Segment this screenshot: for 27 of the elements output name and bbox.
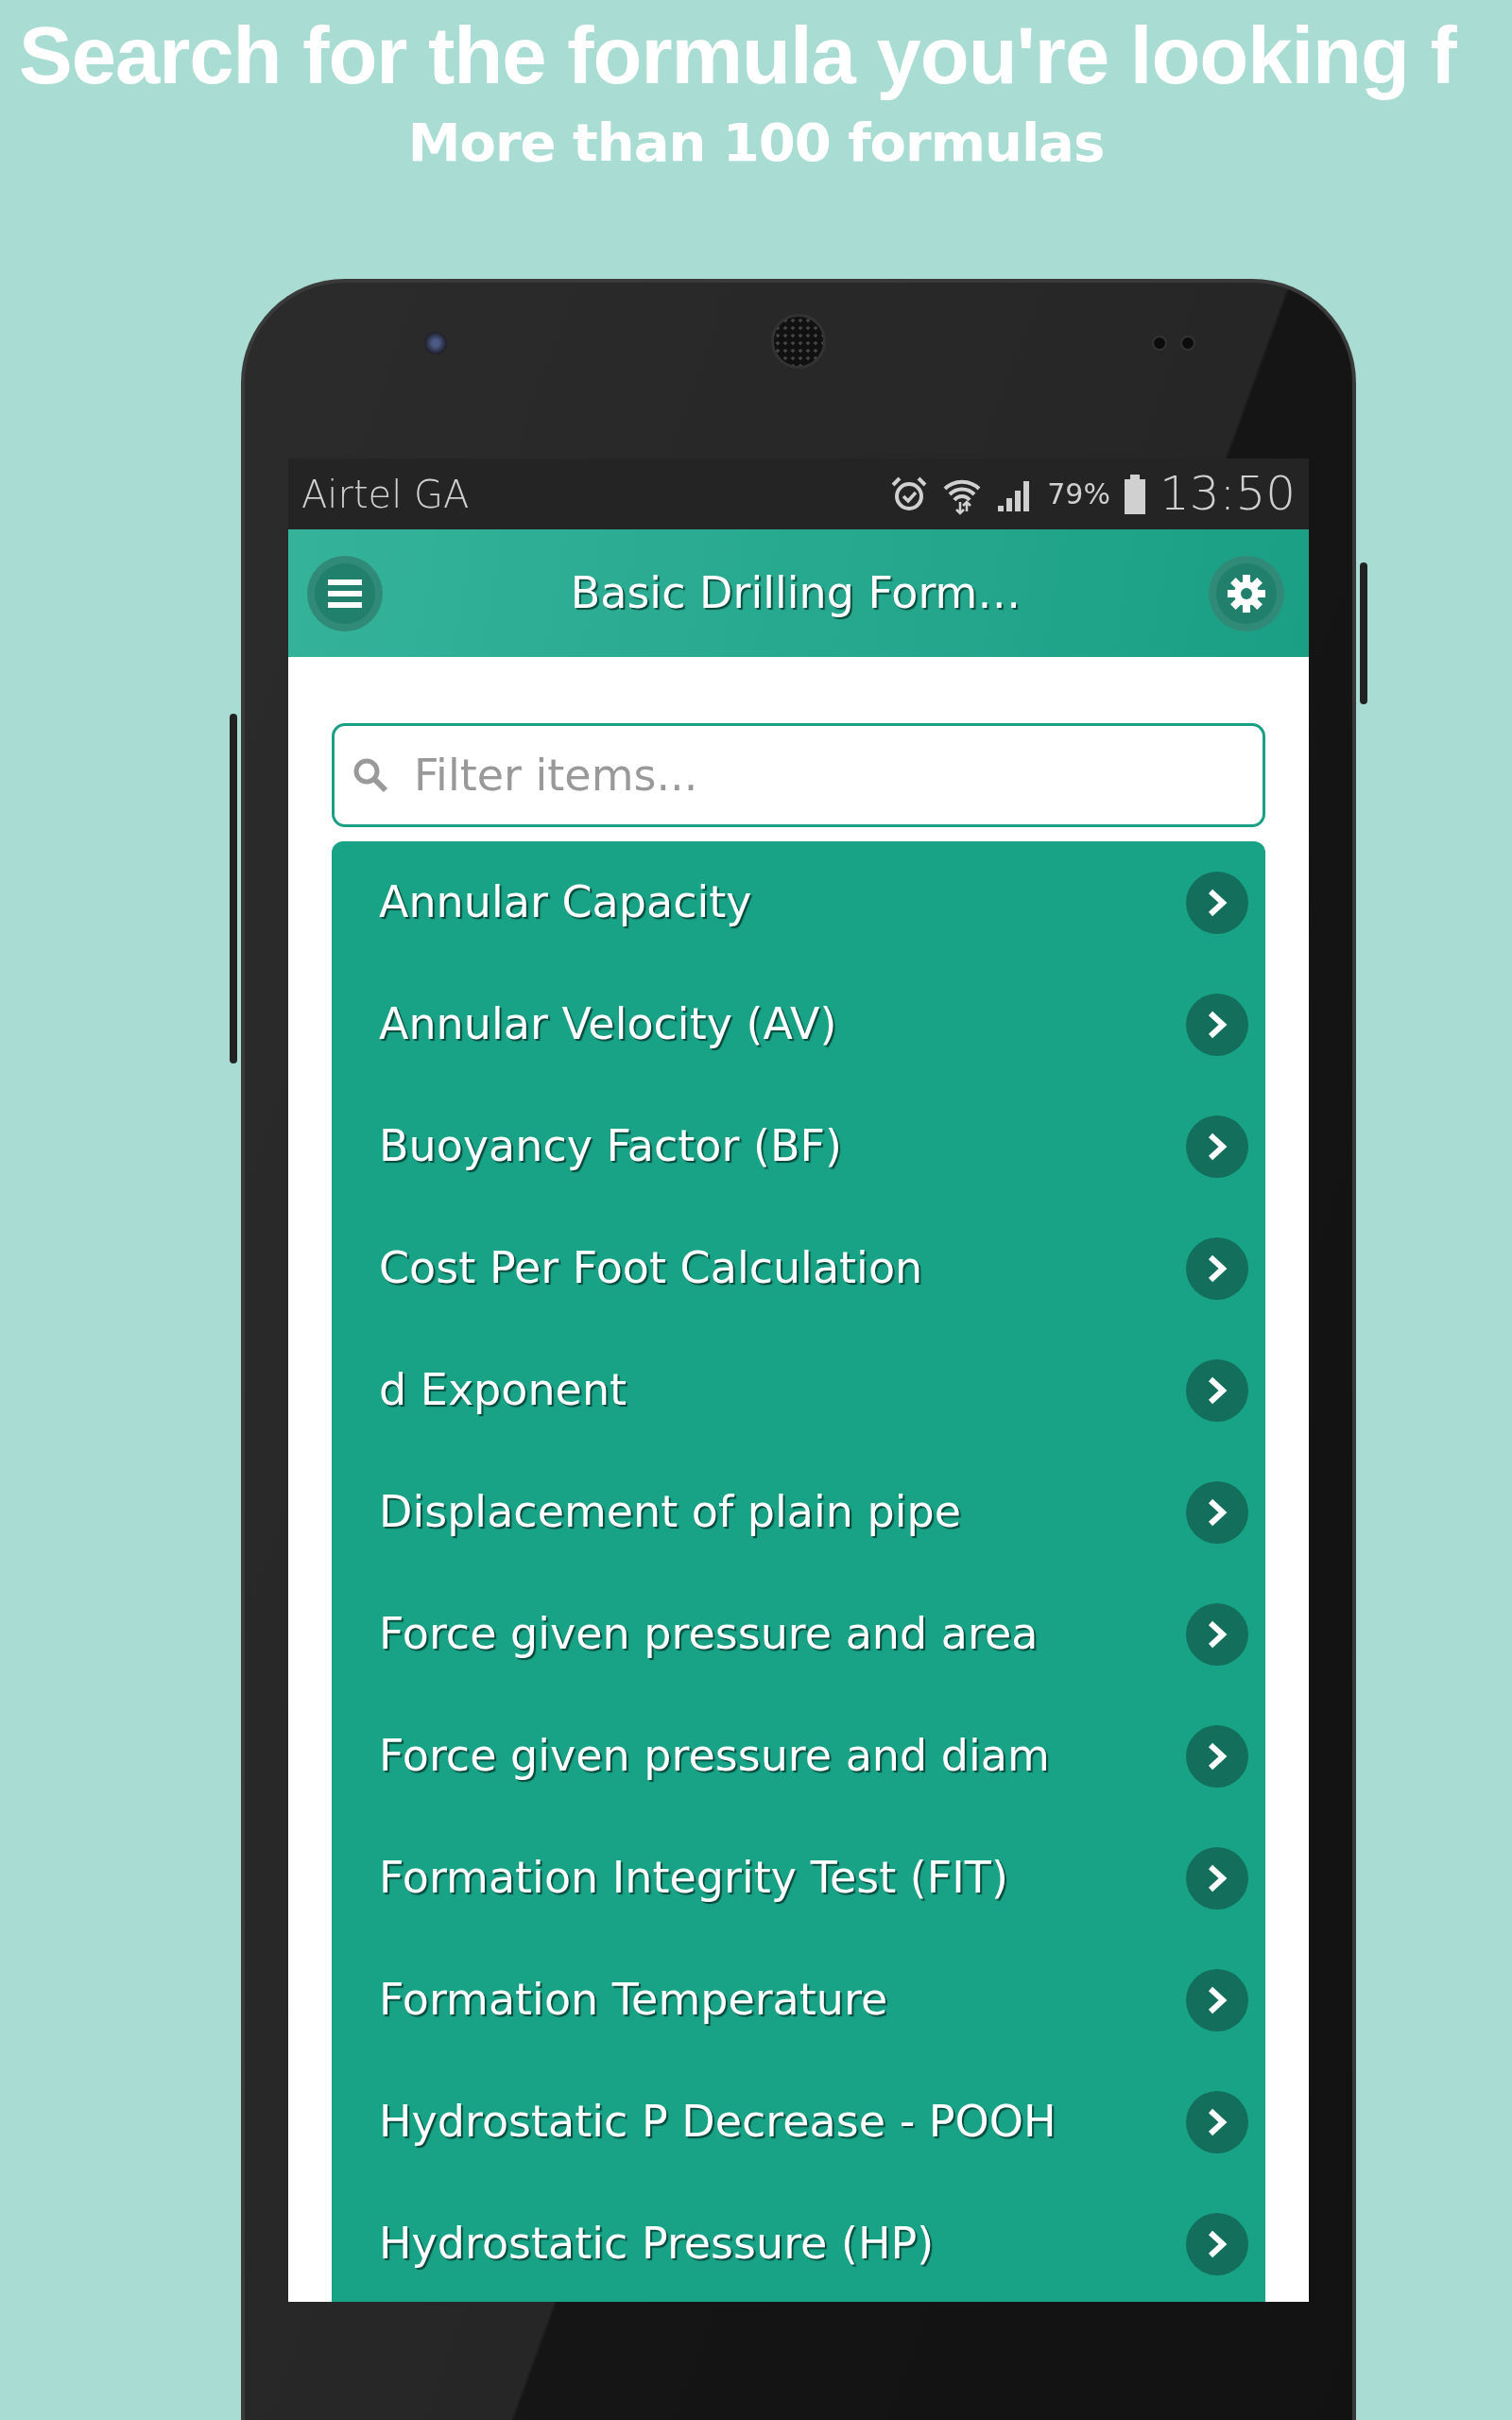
formula-item[interactable]: Buoyancy Factor (BF) <box>332 1085 1265 1207</box>
app-title: Basic Drilling Form… <box>569 566 1022 620</box>
formula-item[interactable]: Displacement of plain pipe <box>332 1451 1265 1573</box>
clock-time: 13:50 <box>1159 465 1296 523</box>
search-field[interactable]: Filter items... <box>332 723 1265 827</box>
battery-percent: 79% <box>1047 476 1110 512</box>
camera-lens <box>424 332 447 354</box>
formula-item[interactable]: Force given pressure and area <box>332 1573 1265 1695</box>
formula-item[interactable]: Hydrostatic Pressure (HP) <box>332 2183 1265 2302</box>
formula-item[interactable]: Formation Temperature <box>332 1939 1265 2061</box>
sensor <box>1180 336 1195 351</box>
headline: Search for the formula you're looking f <box>19 9 1456 102</box>
formula-item[interactable]: Cost Per Foot Calculation <box>332 1207 1265 1329</box>
formula-item[interactable]: Formation Integrity Test (FIT) <box>332 1817 1265 1939</box>
formula-item[interactable]: Force given pressure and diam <box>332 1695 1265 1817</box>
settings-icon <box>1227 573 1266 614</box>
formula-item[interactable]: Annular Velocity (AV) <box>332 963 1265 1085</box>
search-icon <box>352 757 388 793</box>
carrier-name: Airtel GA <box>301 471 470 518</box>
formula-item[interactable]: d Exponent <box>332 1329 1265 1451</box>
menu-icon <box>326 578 364 609</box>
formula-item[interactable]: Hydrostatic P Decrease - POOH <box>332 2061 1265 2183</box>
alarm-icon <box>890 475 929 513</box>
battery-icon <box>1123 474 1146 514</box>
sensor <box>1152 336 1167 351</box>
subheadline: More than 100 formulas <box>407 112 1105 172</box>
formula-item[interactable]: Annular Capacity <box>332 841 1265 963</box>
